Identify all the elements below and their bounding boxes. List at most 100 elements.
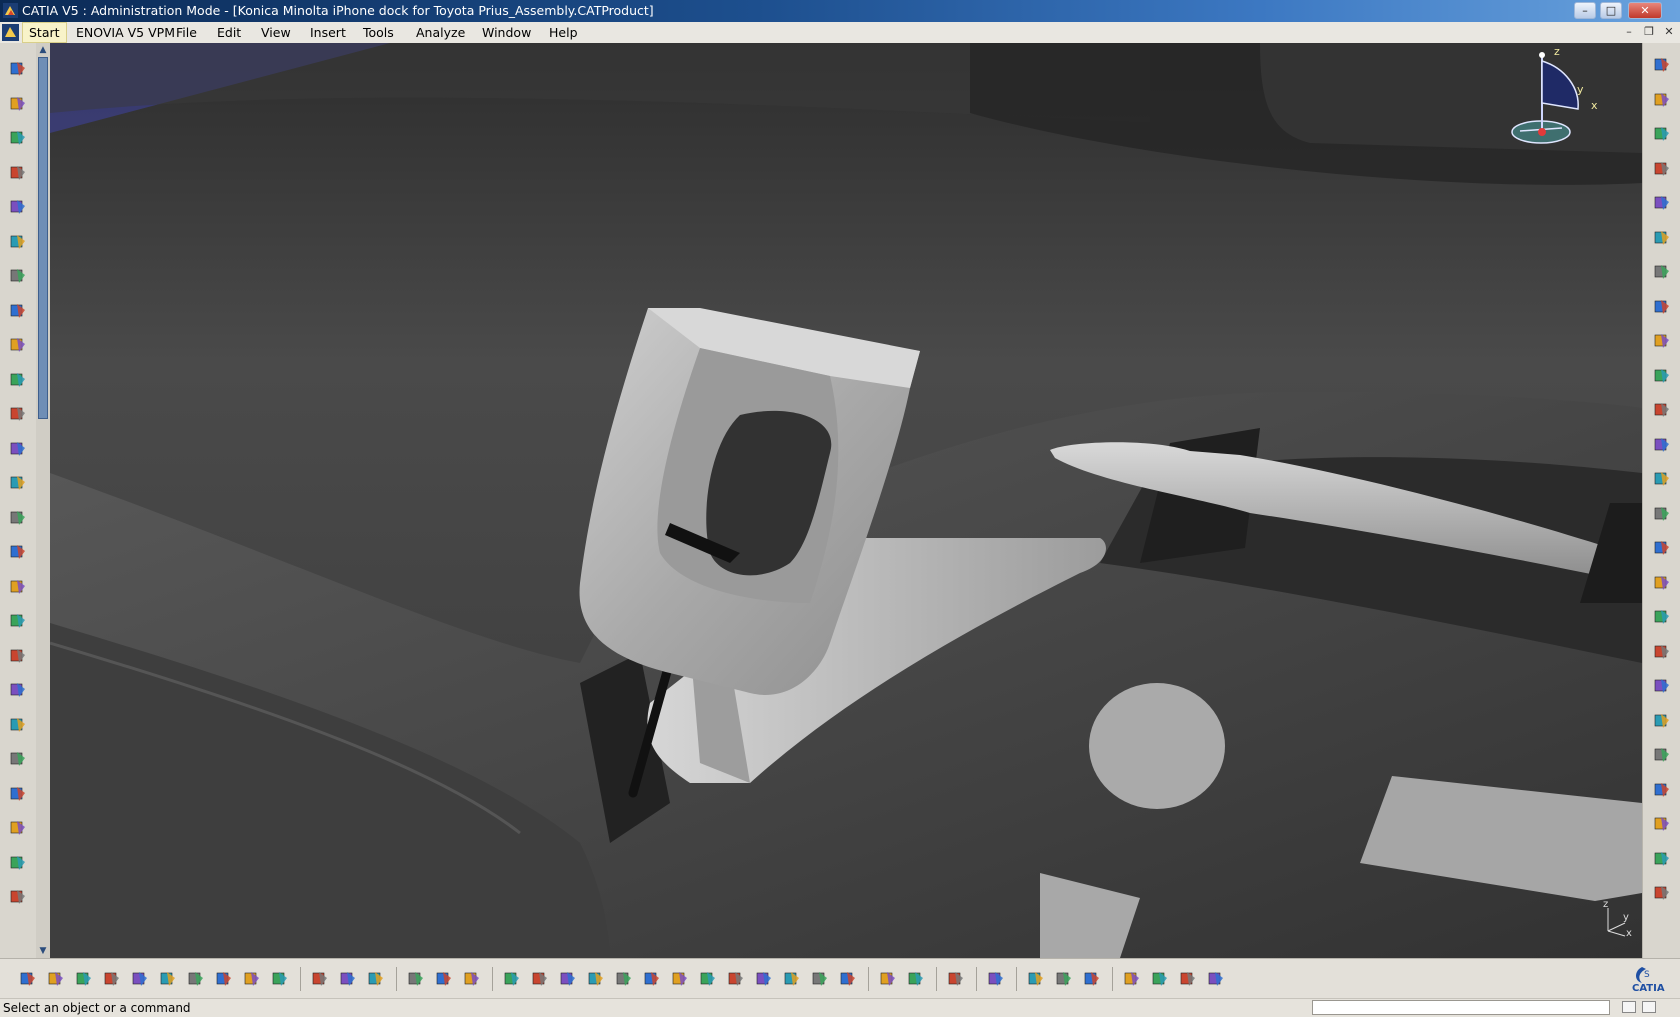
- doc-close-button[interactable]: ✕: [1662, 25, 1676, 39]
- smart-move-icon[interactable]: [1652, 607, 1672, 627]
- select-icon[interactable]: [1652, 90, 1672, 110]
- formula-icon[interactable]: [310, 969, 330, 989]
- multi-view-icon[interactable]: [726, 969, 746, 989]
- fastening-icon[interactable]: [1652, 366, 1672, 386]
- fix-constraint-icon[interactable]: [8, 335, 28, 355]
- hole-icon[interactable]: [1652, 331, 1672, 351]
- plane-icon[interactable]: [8, 163, 28, 183]
- cut-icon[interactable]: [8, 749, 28, 769]
- menu-window[interactable]: Window: [476, 22, 537, 43]
- bill-of-material-icon[interactable]: [1652, 849, 1672, 869]
- generate-numbering-icon[interactable]: [1652, 814, 1672, 834]
- snap-icon[interactable]: [1652, 642, 1672, 662]
- scene-list-icon[interactable]: [1652, 883, 1672, 903]
- measure-between-icon[interactable]: [1150, 969, 1170, 989]
- add-icon[interactable]: [1652, 745, 1672, 765]
- undo-icon[interactable]: [214, 969, 234, 989]
- grid-icon[interactable]: [986, 969, 1006, 989]
- catia-logo-icon[interactable]: [2, 24, 19, 41]
- zoom-in-icon[interactable]: [642, 969, 662, 989]
- update-icon[interactable]: [878, 969, 898, 989]
- fit-all-icon[interactable]: [558, 969, 578, 989]
- align-icon[interactable]: [502, 969, 522, 989]
- menu-help[interactable]: Help: [543, 22, 584, 43]
- contact-constraint-icon[interactable]: [8, 404, 28, 424]
- annotation-text-icon[interactable]: [8, 611, 28, 631]
- doc-minimize-button[interactable]: –: [1622, 25, 1636, 39]
- angle-constraint-icon[interactable]: [8, 473, 28, 493]
- explode-icon[interactable]: [8, 818, 28, 838]
- normal-view-icon[interactable]: [698, 969, 718, 989]
- sections-icon[interactable]: [8, 853, 28, 873]
- doc-restore-button[interactable]: ❐: [1642, 25, 1656, 39]
- menu-insert[interactable]: Insert: [304, 22, 352, 43]
- library-icon[interactable]: [462, 969, 482, 989]
- compare-icon[interactable]: [1652, 538, 1672, 558]
- cut-icon[interactable]: [130, 969, 150, 989]
- curve-icon[interactable]: [8, 128, 28, 148]
- pocket-icon[interactable]: [1652, 711, 1672, 731]
- menu-edit[interactable]: Edit: [211, 22, 247, 43]
- new-icon[interactable]: [18, 969, 38, 989]
- table-icon[interactable]: [406, 969, 426, 989]
- paste-icon[interactable]: [186, 969, 206, 989]
- clash-icon[interactable]: [8, 887, 28, 907]
- assembly-feature-icon[interactable]: [1652, 676, 1672, 696]
- part-icon[interactable]: [1652, 228, 1672, 248]
- product-icon[interactable]: [1652, 159, 1672, 179]
- spline-icon[interactable]: [8, 94, 28, 114]
- publish-icon[interactable]: [1652, 504, 1672, 524]
- offset-constraint-icon[interactable]: [8, 439, 28, 459]
- redo-icon[interactable]: [242, 969, 262, 989]
- graph-tree-icon[interactable]: [8, 301, 28, 321]
- remove-icon[interactable]: [1652, 780, 1672, 800]
- rotate-icon[interactable]: [614, 969, 634, 989]
- annotation-icon[interactable]: [1652, 400, 1672, 420]
- split-icon[interactable]: [1652, 297, 1672, 317]
- coincidence-icon[interactable]: [8, 370, 28, 390]
- reuse-pattern-icon[interactable]: [8, 577, 28, 597]
- quick-constraint-icon[interactable]: [8, 542, 28, 562]
- tree-icon[interactable]: [434, 969, 454, 989]
- existing-component-icon[interactable]: [8, 232, 28, 252]
- bom-icon[interactable]: [1652, 435, 1672, 455]
- 3d-viewport[interactable]: z y x z y x: [50, 43, 1642, 958]
- menu-analyze[interactable]: Analyze: [410, 22, 471, 43]
- command-input[interactable]: [1312, 1000, 1610, 1015]
- menu-enovia[interactable]: ENOVIA V5 VPM: [70, 22, 181, 43]
- scroll-down-arrow-icon[interactable]: ▼: [37, 945, 49, 957]
- new-part-icon[interactable]: [8, 197, 28, 217]
- catia-app-icon[interactable]: [3, 3, 18, 18]
- fix-together-icon[interactable]: [8, 508, 28, 528]
- pan-icon[interactable]: [586, 969, 606, 989]
- weld-icon[interactable]: [8, 715, 28, 735]
- flag-note-icon[interactable]: [8, 680, 28, 700]
- menu-tools[interactable]: Tools: [357, 22, 400, 43]
- clash-analysis-icon[interactable]: [1652, 55, 1672, 75]
- iso-view-icon[interactable]: [754, 969, 774, 989]
- capture-icon[interactable]: [906, 969, 926, 989]
- compass-icon[interactable]: [946, 969, 966, 989]
- maximize-button[interactable]: □: [1600, 2, 1622, 19]
- zoom-out-icon[interactable]: [670, 969, 690, 989]
- manipulation-icon[interactable]: [1652, 124, 1672, 144]
- close-button[interactable]: ✕: [1628, 2, 1662, 19]
- viewport-scrollbar[interactable]: ▲ ▼: [36, 43, 50, 958]
- catalog-browser-icon[interactable]: [338, 969, 358, 989]
- assembly-scene[interactable]: z y x z y x: [50, 43, 1642, 958]
- replace-component-icon[interactable]: [8, 266, 28, 286]
- measure-inertia-icon[interactable]: [1652, 573, 1672, 593]
- light-icon[interactable]: [366, 969, 386, 989]
- component-icon[interactable]: [1652, 193, 1672, 213]
- menu-view[interactable]: View: [255, 22, 297, 43]
- sketch-icon[interactable]: [1122, 969, 1142, 989]
- scene-icon[interactable]: [8, 784, 28, 804]
- status-icon-left[interactable]: [1622, 1001, 1636, 1013]
- shading-icon[interactable]: [838, 969, 858, 989]
- design-mode-icon[interactable]: [1082, 969, 1102, 989]
- measure-item-icon[interactable]: [1178, 969, 1198, 989]
- abc-text-icon[interactable]: [8, 646, 28, 666]
- point-icon[interactable]: [8, 59, 28, 79]
- menu-file[interactable]: File: [170, 22, 203, 43]
- fly-mode-icon[interactable]: [530, 969, 550, 989]
